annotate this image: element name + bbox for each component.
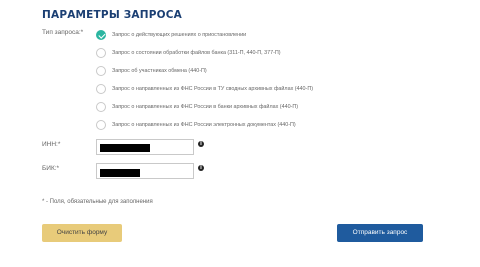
redacted-value: [100, 169, 140, 177]
request-type-option-label: Запрос об участниках обмена (440-П): [112, 68, 207, 74]
radio-checked-icon[interactable]: [96, 30, 106, 40]
required-fields-note: * - Поля, обязательные для заполнения: [42, 199, 153, 205]
request-type-group: Запрос о действующих решениях о приостан…: [96, 26, 396, 134]
radio-icon[interactable]: [96, 66, 106, 76]
radio-icon[interactable]: [96, 120, 106, 130]
request-type-option-label: Запрос о состоянии обработки файлов банк…: [112, 50, 281, 56]
info-icon[interactable]: i: [198, 141, 204, 147]
request-type-label: Тип запроса:*: [42, 29, 84, 36]
request-type-option-file-status[interactable]: Запрос о состоянии обработки файлов банк…: [96, 44, 396, 62]
page-title: ПАРАМЕТРЫ ЗАПРОСА: [42, 9, 182, 21]
inn-field[interactable]: [96, 139, 194, 155]
request-type-option-electronic-docs[interactable]: Запрос о направленных из ФНС России элек…: [96, 116, 396, 134]
radio-icon[interactable]: [96, 84, 106, 94]
radio-icon[interactable]: [96, 102, 106, 112]
request-type-option-label: Запрос о направленных из ФНС России в ба…: [112, 104, 299, 110]
request-type-option-tu-archives[interactable]: Запрос о направленных из ФНС России в ТУ…: [96, 80, 396, 98]
clear-form-button[interactable]: Очистить форму: [42, 224, 122, 242]
request-type-option-label: Запрос о направленных из ФНС России в ТУ…: [112, 86, 314, 92]
request-type-option-active-decisions[interactable]: Запрос о действующих решениях о приостан…: [96, 26, 396, 44]
request-type-option-label: Запрос о направленных из ФНС России элек…: [112, 122, 296, 128]
radio-icon[interactable]: [96, 48, 106, 58]
request-type-option-participants[interactable]: Запрос об участниках обмена (440-П): [96, 62, 396, 80]
redacted-value: [100, 144, 150, 152]
bik-label: БИК:*: [42, 165, 60, 172]
request-type-option-bank-archives[interactable]: Запрос о направленных из ФНС России в ба…: [96, 98, 396, 116]
bik-field[interactable]: [96, 163, 194, 179]
inn-label: ИНН:*: [42, 141, 61, 148]
info-icon[interactable]: i: [198, 165, 204, 171]
submit-request-button[interactable]: Отправить запрос: [337, 224, 423, 242]
request-type-option-label: Запрос о действующих решениях о приостан…: [112, 32, 247, 38]
